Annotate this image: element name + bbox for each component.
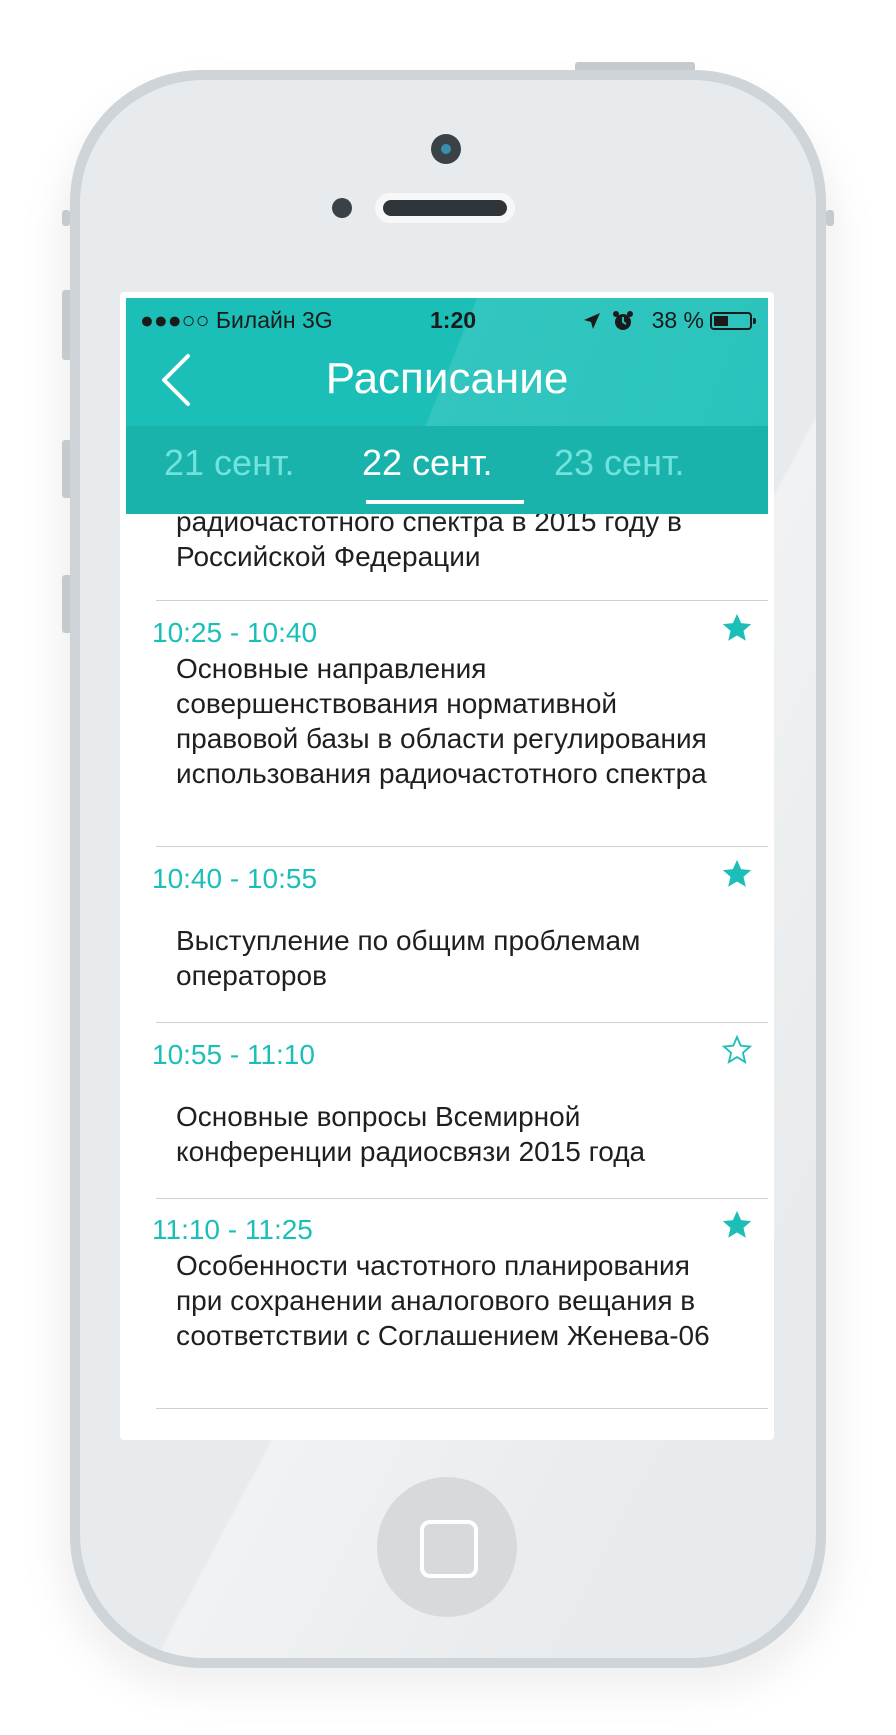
alarm-clock-icon <box>613 311 633 330</box>
screen: ●●●○○ Билайн 3G 1:20 38 % Расписание 21 … <box>120 292 774 1440</box>
active-tab-indicator <box>366 500 524 504</box>
list-item-title[interactable]: радиочастотного спектра в 2015 году в Ро… <box>176 514 736 574</box>
tab-day-21[interactable]: 21 сент. <box>164 442 294 484</box>
front-camera <box>431 134 461 164</box>
earpiece-speaker <box>375 193 515 223</box>
list-item-title[interactable]: Выступление по общим проблемам операторо… <box>176 923 736 993</box>
status-time: 1:20 <box>430 307 477 333</box>
list-item-title[interactable]: Основные вопросы Всемирной конференции р… <box>176 1099 736 1169</box>
list-item-title[interactable]: Основные направления совершенствования н… <box>176 651 736 791</box>
day-tabs: 21 сент. 22 сент. 23 сент. <box>126 426 768 514</box>
page-title: Расписание <box>325 354 569 403</box>
tab-day-22[interactable]: 22 сент. <box>362 442 492 484</box>
home-square-icon <box>420 1520 478 1578</box>
tab-day-23[interactable]: 23 сент. <box>554 442 684 484</box>
list-item-title[interactable]: Особенности частотного планирования при … <box>176 1248 736 1353</box>
star-filled-icon[interactable] <box>720 857 754 891</box>
list-separator <box>156 1022 768 1023</box>
frame-notch-left <box>62 210 70 226</box>
star-outline-icon[interactable] <box>720 1033 754 1067</box>
list-separator <box>156 600 768 601</box>
home-button[interactable] <box>377 1477 517 1617</box>
location-arrow-icon <box>584 313 600 329</box>
star-filled-icon[interactable] <box>720 611 754 645</box>
schedule-list[interactable]: радиочастотного спектра в 2015 году в Ро… <box>120 514 774 1440</box>
star-filled-icon[interactable] <box>720 1208 754 1242</box>
battery-icon <box>710 312 756 330</box>
battery-percent: 38 % <box>651 307 704 333</box>
navigation-bar: Расписание <box>126 342 768 420</box>
list-item-time: 10:25 - 10:40 <box>152 617 318 648</box>
frame-notch-right <box>826 210 834 226</box>
list-item-time: 11:10 - 11:25 <box>152 1214 313 1245</box>
carrier-signal: ●●●○○ Билайн 3G <box>140 307 333 333</box>
status-bar: ●●●○○ Билайн 3G 1:20 38 % <box>126 298 768 342</box>
list-item-time: 10:40 - 10:55 <box>152 863 318 894</box>
list-separator <box>156 1198 768 1199</box>
list-item-time: 10:55 - 11:10 <box>152 1039 315 1070</box>
list-separator <box>156 846 768 847</box>
proximity-sensor <box>332 198 352 218</box>
list-separator <box>156 1408 768 1409</box>
